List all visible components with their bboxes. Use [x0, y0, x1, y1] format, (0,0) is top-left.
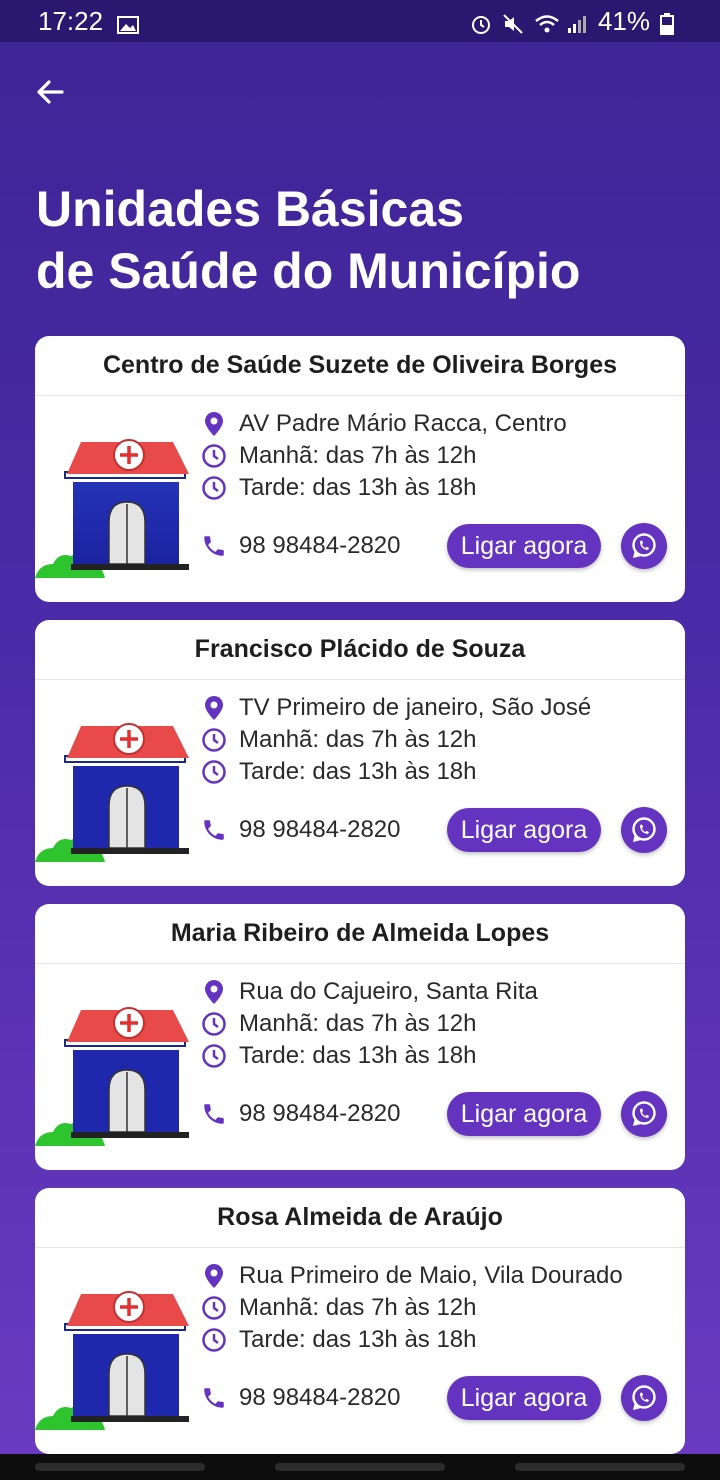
back-button[interactable] — [30, 72, 70, 112]
health-unit-illustration — [35, 1284, 195, 1434]
call-now-button[interactable]: Ligar agora — [447, 808, 601, 852]
unit-name: Francisco Plácido de Souza — [35, 620, 685, 680]
clock-icon — [201, 475, 227, 501]
health-unit-card: Centro de Saúde Suzete de Oliveira Borge… — [35, 336, 685, 602]
unit-name: Centro de Saúde Suzete de Oliveira Borge… — [35, 336, 685, 396]
nav-recents[interactable] — [35, 1463, 205, 1471]
clock-icon — [201, 759, 227, 785]
morning-hours: Manhã: das 7h às 12h — [239, 1010, 477, 1037]
address-row: Rua Primeiro de Maio, Vila Dourado — [201, 1260, 661, 1292]
mute-icon — [502, 11, 524, 34]
whatsapp-button[interactable] — [621, 523, 667, 569]
health-unit-illustration — [35, 432, 195, 582]
phone-icon — [201, 533, 227, 559]
unit-name: Rosa Almeida de Araújo — [35, 1188, 685, 1248]
page-title-line-2: de Saúde do Município — [36, 243, 581, 299]
morning-hours: Manhã: das 7h às 12h — [239, 1294, 477, 1321]
unit-address: Rua do Cajueiro, Santa Rita — [239, 978, 538, 1005]
nav-back[interactable] — [515, 1463, 685, 1471]
unit-phone: 98 98484-2820 — [239, 532, 401, 559]
afternoon-hours-row: Tarde: das 13h às 18h — [201, 472, 661, 504]
location-pin-icon — [201, 979, 227, 1005]
location-pin-icon — [201, 1263, 227, 1289]
phone-row: 98 98484-2820 Ligar agora — [201, 1090, 671, 1138]
whatsapp-button[interactable] — [621, 1375, 667, 1421]
clock-icon — [201, 1011, 227, 1037]
phone-icon — [201, 817, 227, 843]
system-navigation-bar — [0, 1454, 720, 1480]
afternoon-hours: Tarde: das 13h às 18h — [239, 1326, 477, 1353]
health-unit-card: Francisco Plácido de Souza TV Primeiro d… — [35, 620, 685, 886]
call-now-button[interactable]: Ligar agora — [447, 1092, 601, 1136]
unit-name: Maria Ribeiro de Almeida Lopes — [35, 904, 685, 964]
signal-icon — [566, 11, 588, 33]
clock-icon — [201, 727, 227, 753]
afternoon-hours-row: Tarde: das 13h às 18h — [201, 756, 661, 788]
whatsapp-button[interactable] — [621, 1091, 667, 1137]
phone-icon — [201, 1101, 227, 1127]
afternoon-hours-row: Tarde: das 13h às 18h — [201, 1040, 661, 1072]
nav-home[interactable] — [275, 1463, 445, 1471]
clock-icon — [201, 1043, 227, 1069]
phone-icon — [201, 1385, 227, 1411]
address-row: AV Padre Mário Racca, Centro — [201, 408, 661, 440]
battery-icon — [660, 11, 682, 35]
morning-hours-row: Manhã: das 7h às 12h — [201, 724, 661, 756]
morning-hours-row: Manhã: das 7h às 12h — [201, 1008, 661, 1040]
address-row: TV Primeiro de janeiro, São José — [201, 692, 661, 724]
phone-row: 98 98484-2820 Ligar agora — [201, 522, 671, 570]
clock-icon — [201, 1327, 227, 1353]
morning-hours-row: Manhã: das 7h às 12h — [201, 440, 661, 472]
whatsapp-button[interactable] — [621, 807, 667, 853]
unit-phone: 98 98484-2820 — [239, 1384, 401, 1411]
alarm-icon — [470, 11, 492, 34]
arrow-left-icon — [37, 80, 64, 104]
page-title-line-1: Unidades Básicas — [36, 181, 464, 237]
clock-icon — [201, 1295, 227, 1321]
phone-row: 98 98484-2820 Ligar agora — [201, 806, 671, 854]
call-now-button[interactable]: Ligar agora — [447, 524, 601, 568]
whatsapp-icon — [632, 1385, 656, 1411]
unit-phone: 98 98484-2820 — [239, 1100, 401, 1127]
image-icon — [117, 11, 140, 34]
health-unit-illustration — [35, 716, 195, 866]
afternoon-hours: Tarde: das 13h às 18h — [239, 758, 477, 785]
page-title: Unidades Básicas de Saúde do Município — [36, 178, 696, 302]
health-unit-illustration — [35, 1000, 195, 1150]
location-pin-icon — [201, 411, 227, 437]
unit-address: Rua Primeiro de Maio, Vila Dourado — [239, 1262, 623, 1289]
unit-address: TV Primeiro de janeiro, São José — [239, 694, 592, 721]
status-time: 17:22 — [38, 5, 104, 36]
health-unit-card: Rosa Almeida de Araújo Rua Primeiro de M… — [35, 1188, 685, 1454]
status-bar: 17:22 41% — [0, 0, 720, 42]
clock-icon — [201, 443, 227, 469]
afternoon-hours: Tarde: das 13h às 18h — [239, 474, 477, 501]
morning-hours-row: Manhã: das 7h às 12h — [201, 1292, 661, 1324]
health-units-list: Centro de Saúde Suzete de Oliveira Borge… — [35, 336, 685, 1472]
morning-hours: Manhã: das 7h às 12h — [239, 442, 477, 469]
whatsapp-icon — [632, 533, 656, 559]
afternoon-hours-row: Tarde: das 13h às 18h — [201, 1324, 661, 1356]
call-now-button[interactable]: Ligar agora — [447, 1376, 601, 1420]
phone-row: 98 98484-2820 Ligar agora — [201, 1374, 671, 1422]
whatsapp-icon — [632, 1101, 656, 1127]
wifi-icon — [534, 11, 559, 33]
afternoon-hours: Tarde: das 13h às 18h — [239, 1042, 477, 1069]
unit-phone: 98 98484-2820 — [239, 816, 401, 843]
unit-address: AV Padre Mário Racca, Centro — [239, 410, 567, 437]
whatsapp-icon — [632, 817, 656, 843]
battery-level: 41% — [597, 5, 650, 36]
morning-hours: Manhã: das 7h às 12h — [239, 726, 477, 753]
health-unit-card: Maria Ribeiro de Almeida Lopes Rua do Ca… — [35, 904, 685, 1170]
address-row: Rua do Cajueiro, Santa Rita — [201, 976, 661, 1008]
location-pin-icon — [201, 695, 227, 721]
